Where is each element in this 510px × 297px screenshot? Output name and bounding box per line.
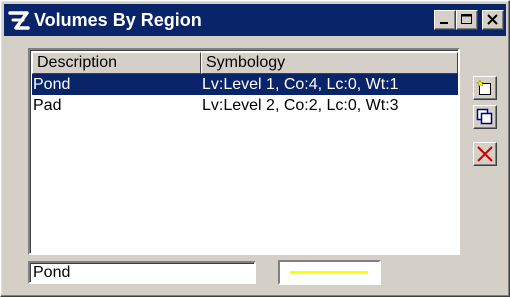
column-header-description[interactable]: Description	[32, 52, 201, 74]
window-title: Volumes By Region	[34, 10, 202, 30]
minimize-icon	[440, 22, 448, 24]
microstation-icon	[8, 11, 30, 30]
list-row-pond[interactable]: Pond Lv:Level 1, Co:4, Lc:0, Wt:1	[32, 74, 458, 95]
minimize-button[interactable]	[434, 10, 456, 30]
close-button[interactable]	[482, 10, 504, 30]
row-symbology: Lv:Level 1, Co:4, Lc:0, Wt:1	[202, 76, 399, 93]
add-icon	[476, 79, 491, 95]
volumes-by-region-window: Volumes By Region Description Symbology …	[0, 0, 510, 297]
add-region-button[interactable]	[473, 76, 497, 100]
list-row-pad[interactable]: Pad Lv:Level 2, Co:2, Lc:0, Wt:3	[32, 95, 458, 116]
maximize-icon	[461, 14, 472, 24]
title-bar[interactable]: Volumes By Region	[4, 4, 506, 36]
region-list[interactable]: Description Symbology Pond Lv:Level 1, C…	[28, 48, 460, 255]
copy-icon	[476, 108, 493, 125]
list-header: Description Symbology	[32, 52, 458, 74]
close-icon	[487, 14, 498, 25]
symbology-preview[interactable]	[278, 260, 381, 285]
row-symbology: Lv:Level 2, Co:2, Lc:0, Wt:3	[202, 97, 399, 114]
copy-region-button[interactable]	[473, 105, 497, 129]
description-input[interactable]	[28, 261, 256, 284]
column-header-symbology[interactable]: Symbology	[201, 52, 458, 74]
symbology-line	[290, 271, 368, 274]
delete-region-button[interactable]	[473, 142, 497, 166]
maximize-button[interactable]	[456, 10, 478, 30]
row-description: Pad	[33, 97, 62, 114]
row-description: Pond	[33, 76, 71, 93]
delete-icon	[477, 146, 493, 162]
